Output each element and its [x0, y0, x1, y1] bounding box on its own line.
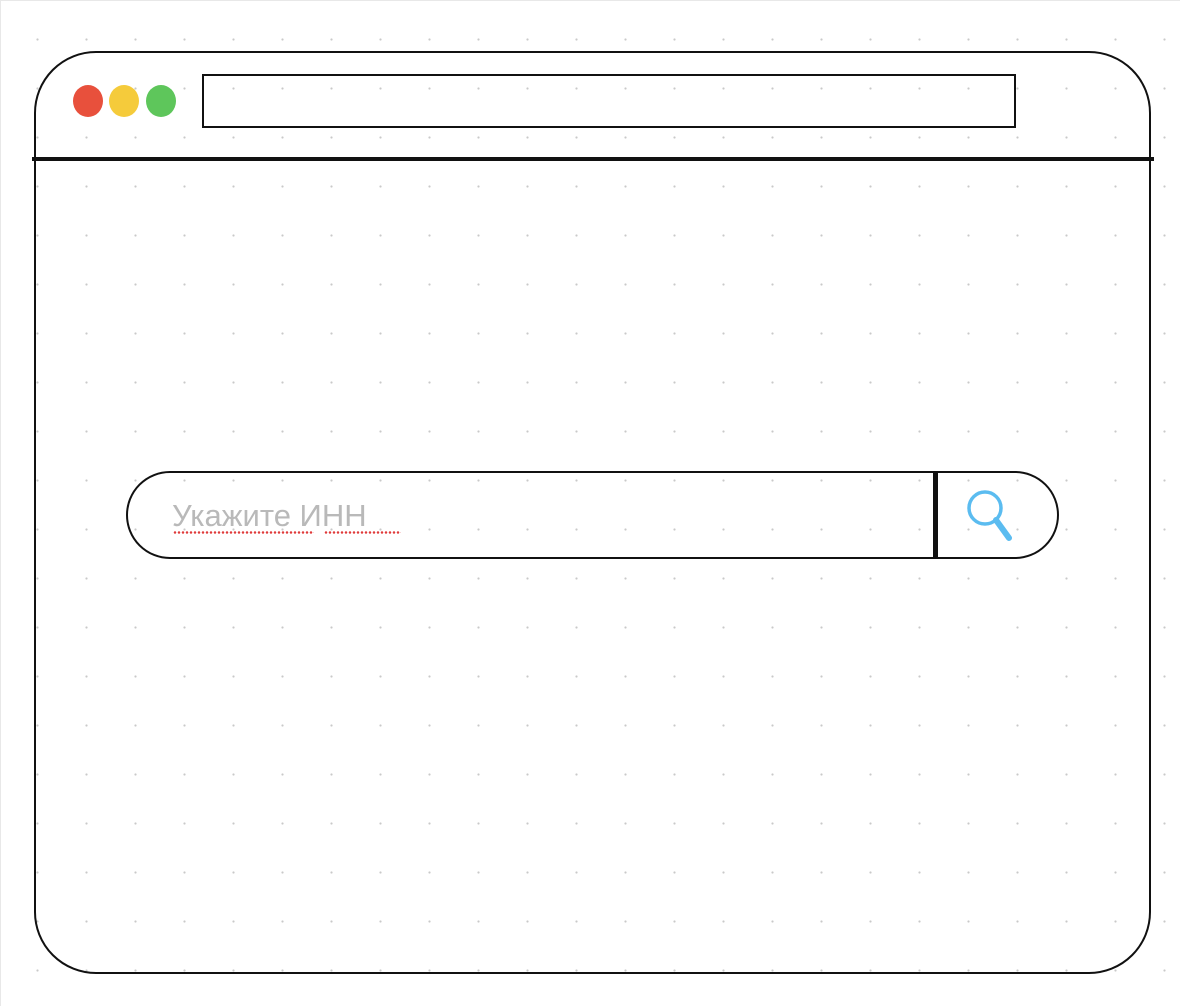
- inn-search-box: [126, 471, 1059, 559]
- dotted-canvas: [0, 0, 1180, 1006]
- search-icon: [967, 490, 1012, 541]
- titlebar-divider: [32, 157, 1154, 161]
- spellcheck-underline: [324, 531, 401, 534]
- search-icon-handle: [993, 517, 1012, 541]
- close-window-button[interactable]: [73, 85, 103, 117]
- search-button[interactable]: [938, 473, 1057, 557]
- address-bar[interactable]: [202, 74, 1016, 128]
- minimize-window-button[interactable]: [109, 85, 139, 117]
- maximize-window-button[interactable]: [146, 85, 176, 117]
- spellcheck-underline: [173, 531, 314, 534]
